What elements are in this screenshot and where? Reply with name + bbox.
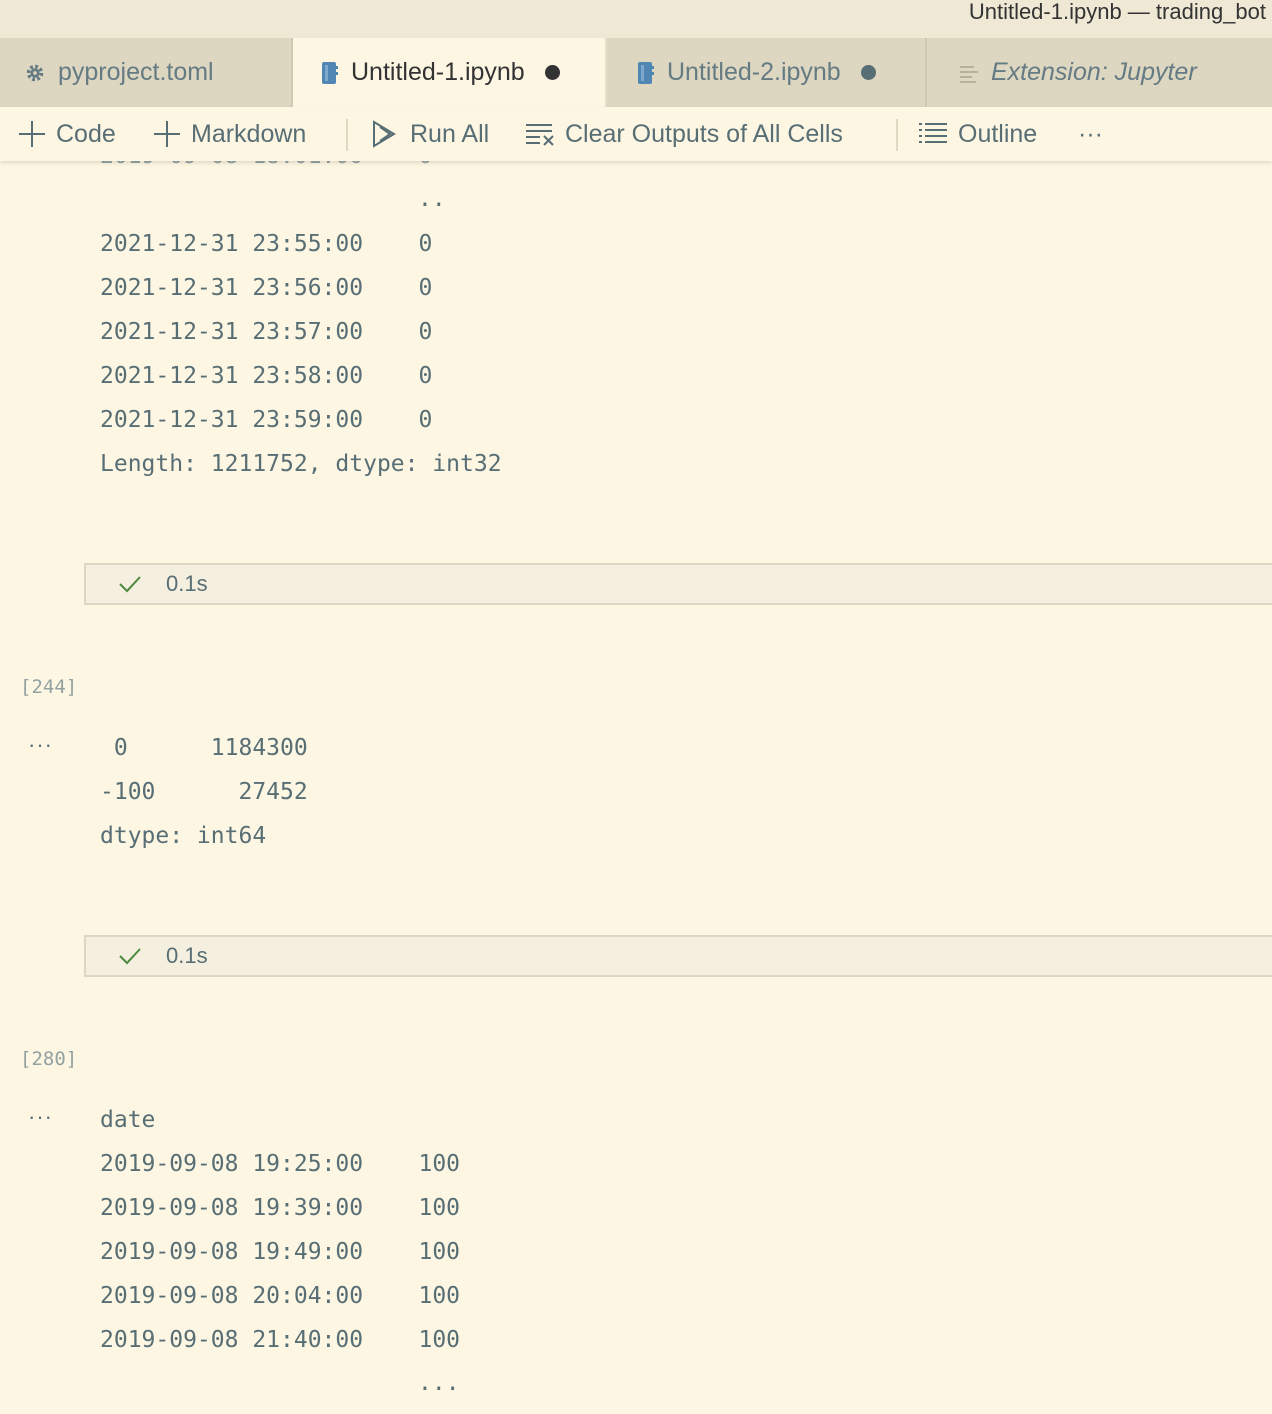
window-title: Untitled-1.ipynb — trading_bot — [968, 0, 1266, 24]
output-line: 2021-12-31 23:59:00 0 — [100, 407, 433, 433]
check-icon — [119, 576, 141, 593]
outline-button[interactable]: Outline — [918, 107, 1037, 161]
output-line: 2021-12-31 23:58:00 0 — [100, 363, 433, 389]
check-icon — [119, 948, 141, 965]
notebook-toolbar: Code Markdown Run All Clear Outputs of A… — [0, 107, 1272, 161]
execution-time: 0.1s — [166, 571, 208, 596]
cell-status-bar: 0.1s — [84, 563, 1272, 605]
title-bar: Untitled-1.ipynb — trading_bot — [0, 0, 1272, 38]
code-label: Code — [56, 119, 116, 148]
clear-outputs-label: Clear Outputs of All Cells — [565, 119, 843, 148]
execution-time: 0.1s — [166, 943, 208, 968]
run-all-button[interactable]: Run All — [370, 107, 489, 161]
output-more-icon[interactable]: ··· — [28, 1104, 53, 1130]
output-ellipsis: ... — [418, 1370, 460, 1396]
tab-label: pyproject.toml — [58, 58, 214, 86]
tab-label: Extension: Jupyter — [991, 58, 1197, 86]
markdown-label: Markdown — [191, 119, 307, 148]
output-line: 2019-09-08 19:49:00 100 — [100, 1239, 461, 1265]
output-line: date — [100, 1107, 156, 1133]
output-line: 2019-09-08 21:40:00 100 — [100, 1327, 461, 1353]
notebook-icon — [321, 61, 339, 85]
output-line: -100 27452 — [100, 779, 308, 805]
cell-status-bar: 0.1s — [84, 935, 1272, 977]
tab-label: Untitled-1.ipynb — [351, 58, 525, 86]
run-all-label: Run All — [410, 119, 490, 148]
clear-all-icon — [526, 124, 554, 146]
outline-label: Outline — [958, 119, 1038, 148]
output-more-icon[interactable]: ··· — [28, 732, 53, 758]
unsaved-dot-icon[interactable] — [544, 65, 560, 80]
more-actions-button[interactable]: ··· — [1078, 107, 1103, 161]
tab-untitled-2-ipynb[interactable]: Untitled-2.ipynb — [607, 38, 927, 107]
output-line: 2019-09-08 19:39:00 100 — [100, 1195, 461, 1221]
unsaved-dot-icon[interactable] — [860, 65, 876, 80]
output-line: 2019-09-08 20:04:00 100 — [100, 1283, 461, 1309]
toolbar-separator — [896, 119, 898, 151]
editor-tab-bar: pyproject.toml Untitled-1.ipynb Untitled… — [0, 38, 1272, 107]
gear-icon — [24, 62, 46, 84]
run-all-icon — [373, 120, 396, 148]
tab-pyproject-toml[interactable]: pyproject.toml — [0, 38, 293, 107]
plus-icon — [19, 121, 45, 147]
notebook-icon — [637, 61, 655, 85]
output-line: 0 1184300 — [100, 735, 308, 761]
output-line: dtype: int64 — [100, 823, 267, 849]
output-line: 2021-12-31 23:57:00 0 — [100, 319, 433, 345]
output-line: 2021-12-31 23:56:00 0 — [100, 275, 433, 301]
add-markdown-cell-button[interactable]: Markdown — [153, 107, 306, 161]
tab-extension-jupyter[interactable]: Extension: Jupyter — [927, 38, 1272, 107]
preview-icon — [959, 63, 979, 83]
plus-icon — [154, 121, 180, 147]
add-code-cell-button[interactable]: Code — [18, 107, 116, 161]
execution-count: [280] — [20, 1048, 78, 1070]
output-line: Length: 1211752, dtype: int32 — [100, 451, 502, 477]
toolbar-separator — [346, 119, 348, 151]
output-line: 2021-12-31 23:55:00 0 — [100, 231, 433, 257]
execution-count: [244] — [20, 676, 78, 698]
more-icon: ··· — [1078, 119, 1103, 148]
outline-icon — [919, 123, 947, 143]
clear-outputs-button[interactable]: Clear Outputs of All Cells — [525, 107, 843, 161]
tab-untitled-1-ipynb[interactable]: Untitled-1.ipynb — [293, 38, 607, 107]
output-line: 2019-09-08 19:25:00 100 — [100, 1151, 461, 1177]
output-ellipsis: .. — [418, 186, 446, 212]
tab-label: Untitled-2.ipynb — [667, 58, 841, 86]
